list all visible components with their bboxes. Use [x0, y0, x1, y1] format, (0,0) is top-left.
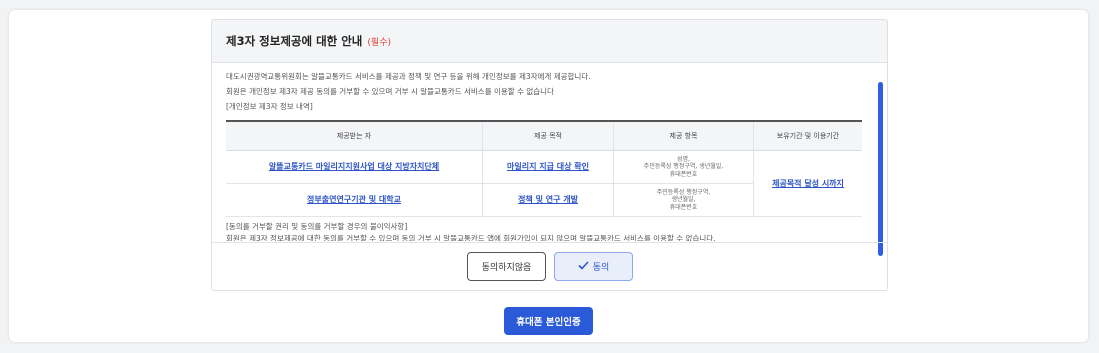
checkmark-icon [578, 260, 589, 273]
refusal-text: 회원은 제3자 정보제공에 대한 동의를 거부할 수 있으며 동의 거부 시 알… [226, 234, 716, 241]
item-line: 휴대폰번호 [669, 170, 698, 178]
intro-line-1: 대도시권광역교통위원회는 알뜰교통카드 서비스를 제공과 정책 및 연구 등을 … [226, 72, 591, 81]
divider [212, 242, 887, 243]
table-row: 알뜰교통카드 마일리지지원사업 대상 지방자치단체 마일리지 지급 대상 확인 … [226, 150, 862, 217]
header-items: 제공 항목 [613, 120, 754, 151]
required-label: (필수) [367, 37, 391, 48]
recipient-research-institute-link[interactable]: 정부출연연구기관 및 대학교 [307, 195, 401, 204]
refusal-title: [동의를 거부할 권리 및 동의를 거부할 경우의 불이익사항] [226, 222, 408, 231]
consent-scroll-area[interactable]: 대도시권광역교통위원회는 알뜰교통카드 서비스를 제공과 정책 및 연구 등을 … [212, 63, 887, 241]
verify-label: 휴대폰 본인인증 [516, 317, 581, 328]
header-purpose: 제공 목적 [482, 120, 614, 151]
section-label: [개인정보 제3자 정보 내역] [226, 102, 313, 111]
header-recipient: 제공받는 자 [226, 120, 483, 151]
item-line: 생년월일, [671, 196, 696, 204]
purpose-research-link[interactable]: 정책 및 연구 개발 [518, 195, 578, 204]
disagree-button[interactable]: 동의하지않음 [467, 252, 546, 281]
refusal-notice: [동의를 거부할 권리 및 동의를 거부할 경우의 불이익사항] 회원은 제3자… [226, 221, 873, 241]
item-line: 휴대폰번호 [669, 203, 698, 211]
third-party-consent-box: 제3자 정보제공에 대한 안내 (필수) 대도시권광역교통위원회는 알뜰교통카드… [211, 19, 888, 291]
header-retention: 보유기간 및 이용기간 [753, 120, 862, 151]
consent-content: 대도시권광역교통위원회는 알뜰교통카드 서비스를 제공과 정책 및 연구 등을 … [212, 63, 887, 241]
scrollbar-thumb[interactable] [878, 82, 883, 256]
item-line: 주민등록상 행정구역, 생년월일, [643, 163, 724, 171]
consent-header: 제3자 정보제공에 대한 안내 (필수) [212, 20, 887, 63]
purpose-mileage-link[interactable]: 마일리지 지급 대상 확인 [507, 162, 589, 171]
disagree-label: 동의하지않음 [481, 263, 532, 273]
table-header-row: 제공받는 자 제공 목적 제공 항목 보유기간 및 이용기간 [226, 120, 862, 151]
provided-items-cell: 성명, 주민등록상 행정구역, 생년월일, 휴대폰번호 [613, 150, 754, 184]
provision-table: 제공받는 자 제공 목적 제공 항목 보유기간 및 이용기간 알뜰교통카드 마일… [226, 120, 862, 217]
provided-items-cell: 주민등록상 행정구역, 생년월일, 휴대폰번호 [613, 183, 754, 217]
agree-label: 동의 [592, 263, 610, 273]
intro-line-2: 회원은 개인정보 제3자 제공 동의를 거부할 수 있으며 거부 시 알뜰교통카… [226, 87, 554, 96]
agree-button[interactable]: 동의 [554, 252, 633, 281]
recipient-local-government-link[interactable]: 알뜰교통카드 마일리지지원사업 대상 지방자치단체 [269, 162, 439, 171]
consent-title: 제3자 정보제공에 대한 안내 [226, 34, 363, 48]
phone-verification-button[interactable]: 휴대폰 본인인증 [504, 307, 593, 335]
retention-link[interactable]: 제공목적 달성 시까지 [772, 179, 844, 188]
